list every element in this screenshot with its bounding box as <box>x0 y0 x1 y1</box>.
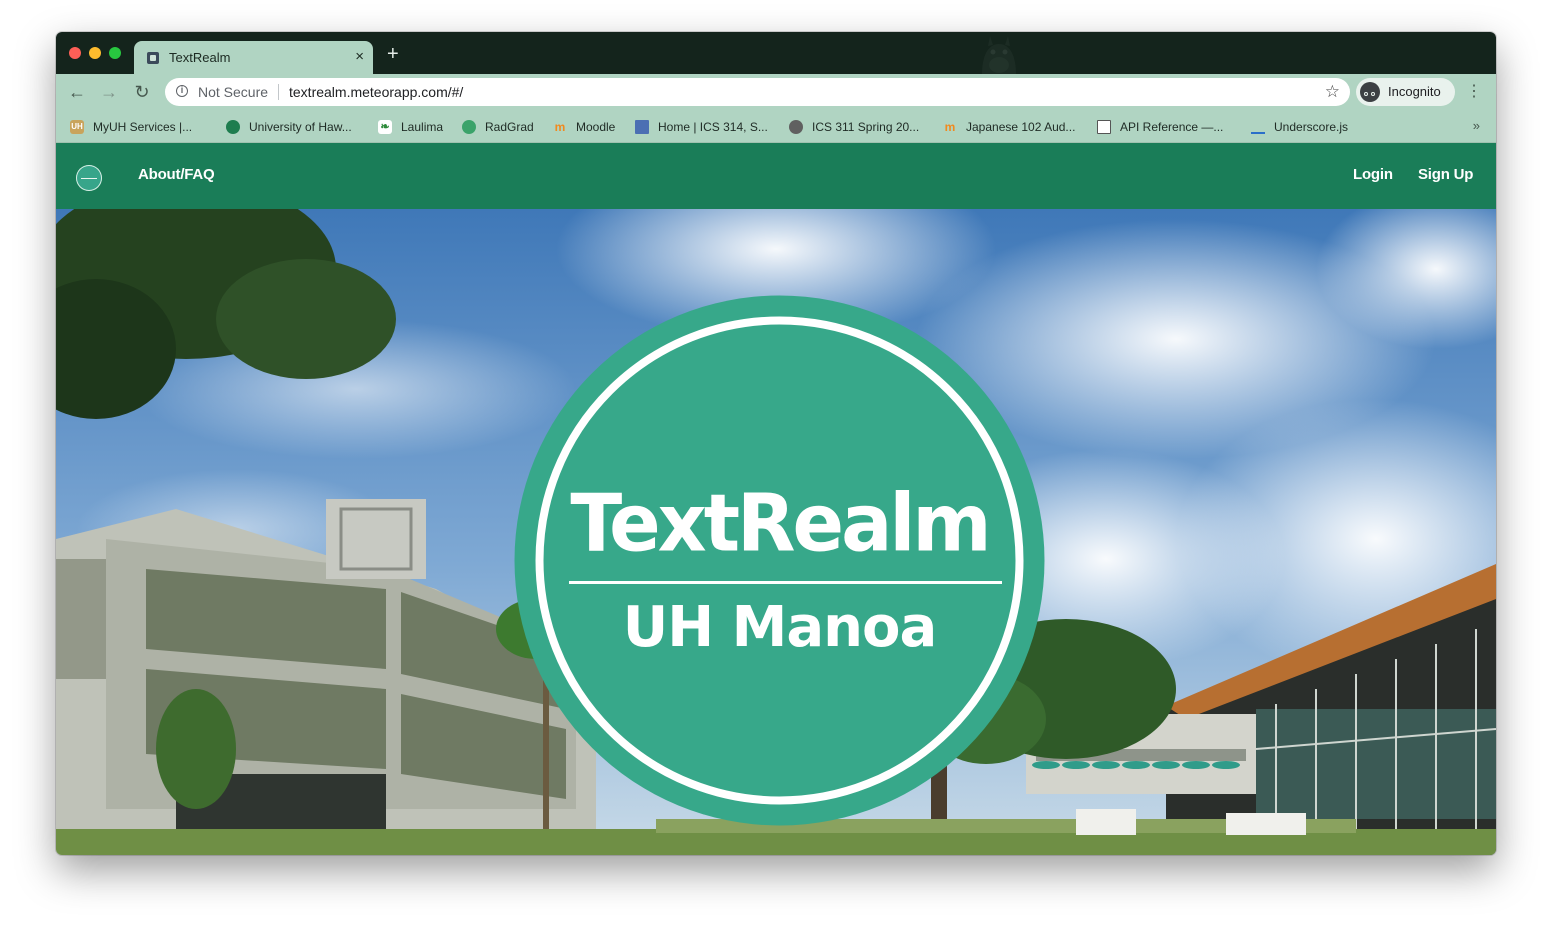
bookmarks-overflow-icon[interactable]: » <box>1473 118 1480 133</box>
circle-icon <box>789 120 803 134</box>
tab-close-icon[interactable]: × <box>355 47 364 67</box>
tab-strip: TextRealm × + <box>56 32 1496 74</box>
maximize-window-button[interactable] <box>109 47 121 59</box>
tab-textrealm[interactable]: TextRealm × <box>134 41 373 74</box>
bookmark-university[interactable]: University of Haw... <box>226 118 352 136</box>
bookmark-myuh[interactable]: UH MyUH Services |... <box>70 118 192 136</box>
info-icon[interactable]: i <box>176 85 188 97</box>
bookmark-laulima[interactable]: ❧ Laulima <box>378 118 443 136</box>
bookmark-japanese102[interactable]: m Japanese 102 Aud... <box>943 118 1076 136</box>
new-tab-button[interactable]: + <box>387 43 399 65</box>
security-label[interactable]: Not Secure <box>198 84 268 100</box>
textrealm-logo-icon[interactable] <box>76 165 102 191</box>
moodle-icon: m <box>944 120 956 134</box>
browser-toolbar: ← → ↻ i Not Secure textrealm.meteorapp.c… <box>56 74 1496 111</box>
doc-icon <box>1097 120 1111 134</box>
close-window-button[interactable] <box>69 47 81 59</box>
reload-icon[interactable]: ↻ <box>132 82 152 102</box>
logo-subtitle: UH Manoa <box>622 595 937 660</box>
uh-icon: UH <box>70 120 84 134</box>
address-bar[interactable]: i Not Secure textrealm.meteorapp.com/#/ … <box>165 78 1350 106</box>
more-menu-icon[interactable]: ⋮ <box>1466 82 1482 102</box>
leaf-icon: ❧ <box>378 120 392 134</box>
url-text[interactable]: textrealm.meteorapp.com/#/ <box>289 84 463 100</box>
bookmark-moodle[interactable]: m Moodle <box>553 118 616 136</box>
totoro-theme-icon <box>982 36 1016 74</box>
textrealm-favicon-icon <box>147 52 159 64</box>
bookmark-underscore[interactable]: Underscore.js <box>1251 118 1348 136</box>
incognito-icon <box>1360 82 1380 102</box>
incognito-profile-button[interactable]: Incognito <box>1356 78 1455 106</box>
bookmark-star-icon[interactable]: ☆ <box>1325 81 1340 103</box>
hero-banner: TextRealm UH Manoa <box>56 209 1496 855</box>
bookmarks-bar: UH MyUH Services |... University of Haw.… <box>56 111 1496 143</box>
minimize-window-button[interactable] <box>89 47 101 59</box>
square-icon <box>635 120 649 134</box>
browser-window: TextRealm × + ← → ↻ i Not Secure textrea… <box>56 32 1496 855</box>
nav-login-link[interactable]: Login <box>1353 166 1393 183</box>
bookmark-api-reference[interactable]: API Reference —... <box>1097 118 1223 136</box>
nav-about-faq-link[interactable]: About/FAQ <box>138 166 215 183</box>
bookmark-ics314[interactable]: Home | ICS 314, S... <box>635 118 768 136</box>
forward-arrow-icon[interactable]: → <box>99 82 119 102</box>
tab-title: TextRealm <box>169 50 231 65</box>
logo-divider <box>569 581 1002 584</box>
bookmark-radgrad[interactable]: RadGrad <box>462 118 534 136</box>
site-navbar: About/FAQ Login Sign Up <box>56 143 1496 209</box>
back-arrow-icon[interactable]: ← <box>67 82 87 102</box>
radgrad-icon <box>462 120 476 134</box>
uh-seal-icon <box>226 120 240 134</box>
underscore-icon <box>1251 120 1265 134</box>
url-divider <box>278 84 279 100</box>
nav-signup-link[interactable]: Sign Up <box>1418 166 1473 183</box>
incognito-label: Incognito <box>1388 84 1441 99</box>
bookmark-ics311[interactable]: ICS 311 Spring 20... <box>789 118 919 136</box>
logo-title: TextRealm <box>570 475 991 570</box>
textrealm-hero-logo: TextRealm UH Manoa <box>514 295 1045 826</box>
moodle-icon: m <box>554 120 566 134</box>
